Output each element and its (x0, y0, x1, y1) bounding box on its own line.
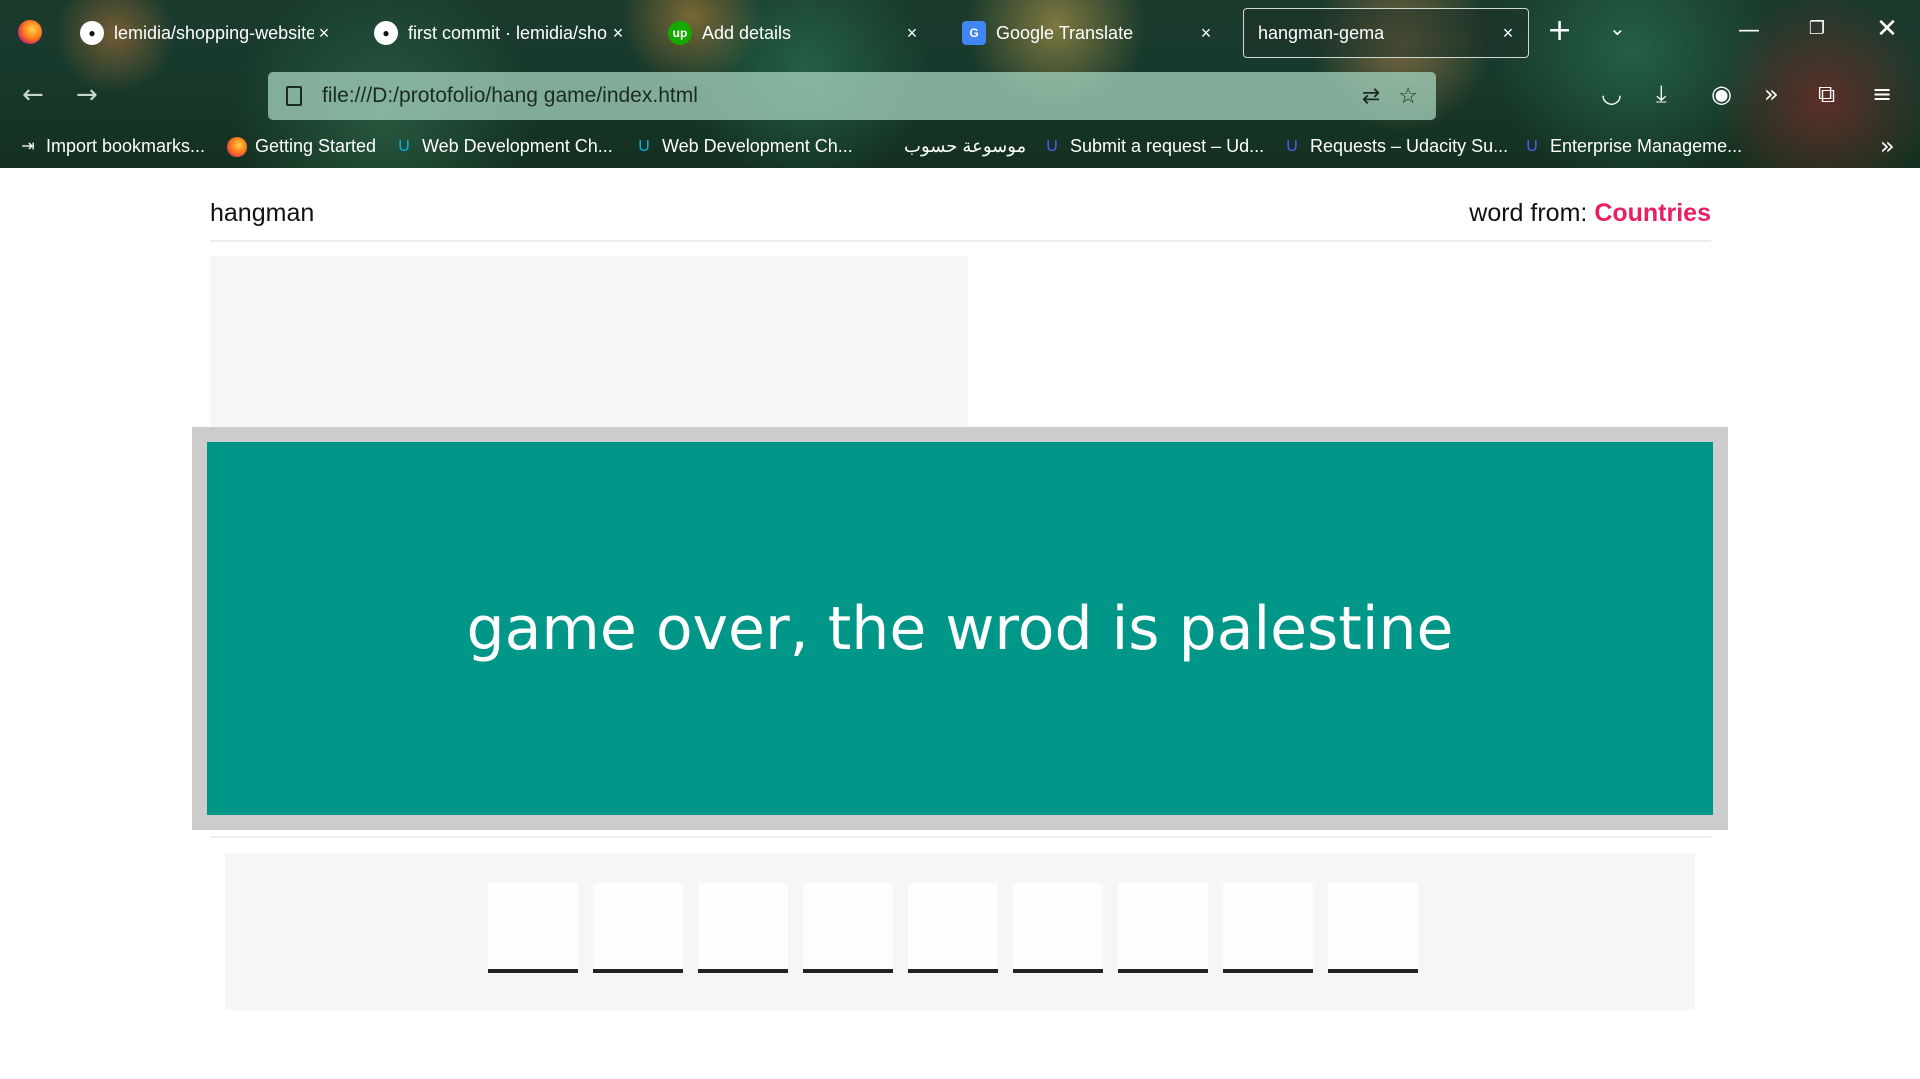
category-value: Countries (1594, 199, 1711, 227)
udacity-icon: U (1046, 137, 1058, 155)
pocket-icon[interactable]: ◡ (1601, 80, 1622, 108)
bookmark-import[interactable]: ⇥ Import bookmarks... (18, 136, 205, 157)
bookmark-label: Submit a request – Ud... (1070, 136, 1265, 156)
download-icon[interactable]: ⤓ (1656, 80, 1667, 108)
divider (210, 836, 1711, 838)
hamburger-menu-icon[interactable]: ≡ (1872, 80, 1892, 108)
letter-slot (698, 883, 788, 973)
bookmark-web-dev-2[interactable]: U Web Development Ch... (634, 136, 853, 157)
upwork-icon: up (668, 21, 692, 45)
tab-shopping-website[interactable]: ● lemidia/shopping-website × (66, 8, 344, 58)
tab-first-commit[interactable]: ● first commit · lemidia/sho × (360, 8, 638, 58)
page-content: hangman word from: Countries X Y Z game … (0, 168, 1920, 1079)
github-icon: ● (80, 21, 104, 45)
letter-slot (593, 883, 683, 973)
bookmark-web-dev-1[interactable]: U Web Development Ch... (394, 136, 613, 157)
tab-bar: ● lemidia/shopping-website × ● first com… (0, 0, 1920, 66)
udacity-icon: U (1286, 137, 1298, 155)
tab-title: Google Translate (996, 22, 1134, 43)
bookmark-label: Getting Started (255, 136, 377, 156)
bookmarks-toolbar: ⇥ Import bookmarks... Getting Started U … (0, 126, 1920, 168)
bookmark-label: موسوعة حسوب (904, 136, 1027, 156)
bookmark-label: Web Development Ch... (422, 136, 613, 156)
browser-chrome: ● lemidia/shopping-website × ● first com… (0, 0, 1920, 168)
bookmark-getting-started[interactable]: Getting Started (227, 136, 376, 157)
tab-hangman-gema[interactable]: hangman-gema × (1243, 8, 1529, 58)
firefox-icon (227, 136, 247, 157)
udacity-icon: U (1526, 137, 1538, 155)
letter-slot (1223, 883, 1313, 973)
back-arrow-icon[interactable]: ← (22, 80, 44, 110)
game-title: hangman (210, 199, 315, 227)
bookmark-label: Enterprise Manageme... (1550, 136, 1743, 156)
popup-message: game over, the wrod is palestine (466, 593, 1454, 664)
letter-slot (1118, 883, 1208, 973)
bookmark-icon (876, 137, 896, 157)
bookmark-submit-request[interactable]: U Submit a request – Ud... (1042, 136, 1264, 157)
account-icon[interactable]: ◉ (1711, 80, 1732, 108)
bookmark-requests[interactable]: U Requests – Udacity Su... (1282, 136, 1508, 157)
google-translate-icon: G (962, 21, 986, 45)
tab-google-translate[interactable]: G Google Translate × (948, 8, 1226, 58)
tab-title: Add details (702, 22, 792, 43)
letter-slot (1013, 883, 1103, 973)
translate-icon[interactable]: ⇄ (1362, 84, 1380, 109)
udacity-icon: U (638, 137, 650, 155)
tab-title: lemidia/shopping-website (114, 22, 314, 43)
bookmark-enterprise[interactable]: U Enterprise Manageme... (1522, 136, 1742, 157)
bookmark-hsoub[interactable]: موسوعة حسوب (876, 136, 1026, 157)
bookmark-label: Import bookmarks... (46, 136, 206, 156)
restore-icon[interactable]: ❐ (1802, 18, 1832, 39)
forward-arrow-icon[interactable]: → (76, 80, 98, 110)
letter-slot (1328, 883, 1418, 973)
close-icon[interactable]: × (902, 23, 922, 44)
game-over-popup: game over, the wrod is palestine (192, 427, 1728, 830)
close-icon[interactable]: × (608, 23, 628, 44)
github-icon: ● (374, 21, 398, 45)
url-text[interactable]: file:///D:/protofolio/hang game/index.ht… (322, 84, 1362, 108)
new-tab-icon[interactable]: + (1547, 16, 1572, 46)
letter-slot (488, 883, 578, 973)
page-icon (286, 86, 302, 106)
letter-slot (803, 883, 893, 973)
address-bar[interactable]: file:///D:/protofolio/hang game/index.ht… (268, 72, 1436, 120)
tab-title: first commit · lemidia/sho (408, 22, 608, 43)
bookmarks-overflow-icon[interactable]: » (1880, 132, 1895, 160)
tab-add-details[interactable]: up Add details × (654, 8, 932, 58)
close-window-icon[interactable]: ✕ (1872, 14, 1902, 44)
close-icon[interactable]: × (1196, 23, 1216, 44)
minimize-icon[interactable]: — (1734, 18, 1764, 43)
tab-title: hangman-gema (1258, 22, 1385, 43)
firefox-menu-icon[interactable] (18, 20, 42, 44)
extensions-overflow-icon[interactable]: » (1764, 80, 1779, 108)
puzzle-icon[interactable]: ⧉ (1818, 80, 1835, 108)
udacity-icon: U (398, 137, 410, 155)
bookmark-label: Requests – Udacity Su... (1310, 136, 1509, 156)
star-icon[interactable]: ☆ (1398, 84, 1418, 109)
close-icon[interactable]: × (1498, 23, 1518, 44)
divider (210, 240, 1711, 242)
category-info: word from: Countries (1469, 199, 1711, 228)
close-icon[interactable]: × (314, 23, 334, 44)
category-label: word from: (1469, 199, 1588, 227)
letter-slot (908, 883, 998, 973)
bookmark-label: Web Development Ch... (662, 136, 853, 156)
import-icon: ⇥ (21, 137, 35, 155)
chevron-down-icon[interactable]: ⌄ (1609, 16, 1626, 40)
